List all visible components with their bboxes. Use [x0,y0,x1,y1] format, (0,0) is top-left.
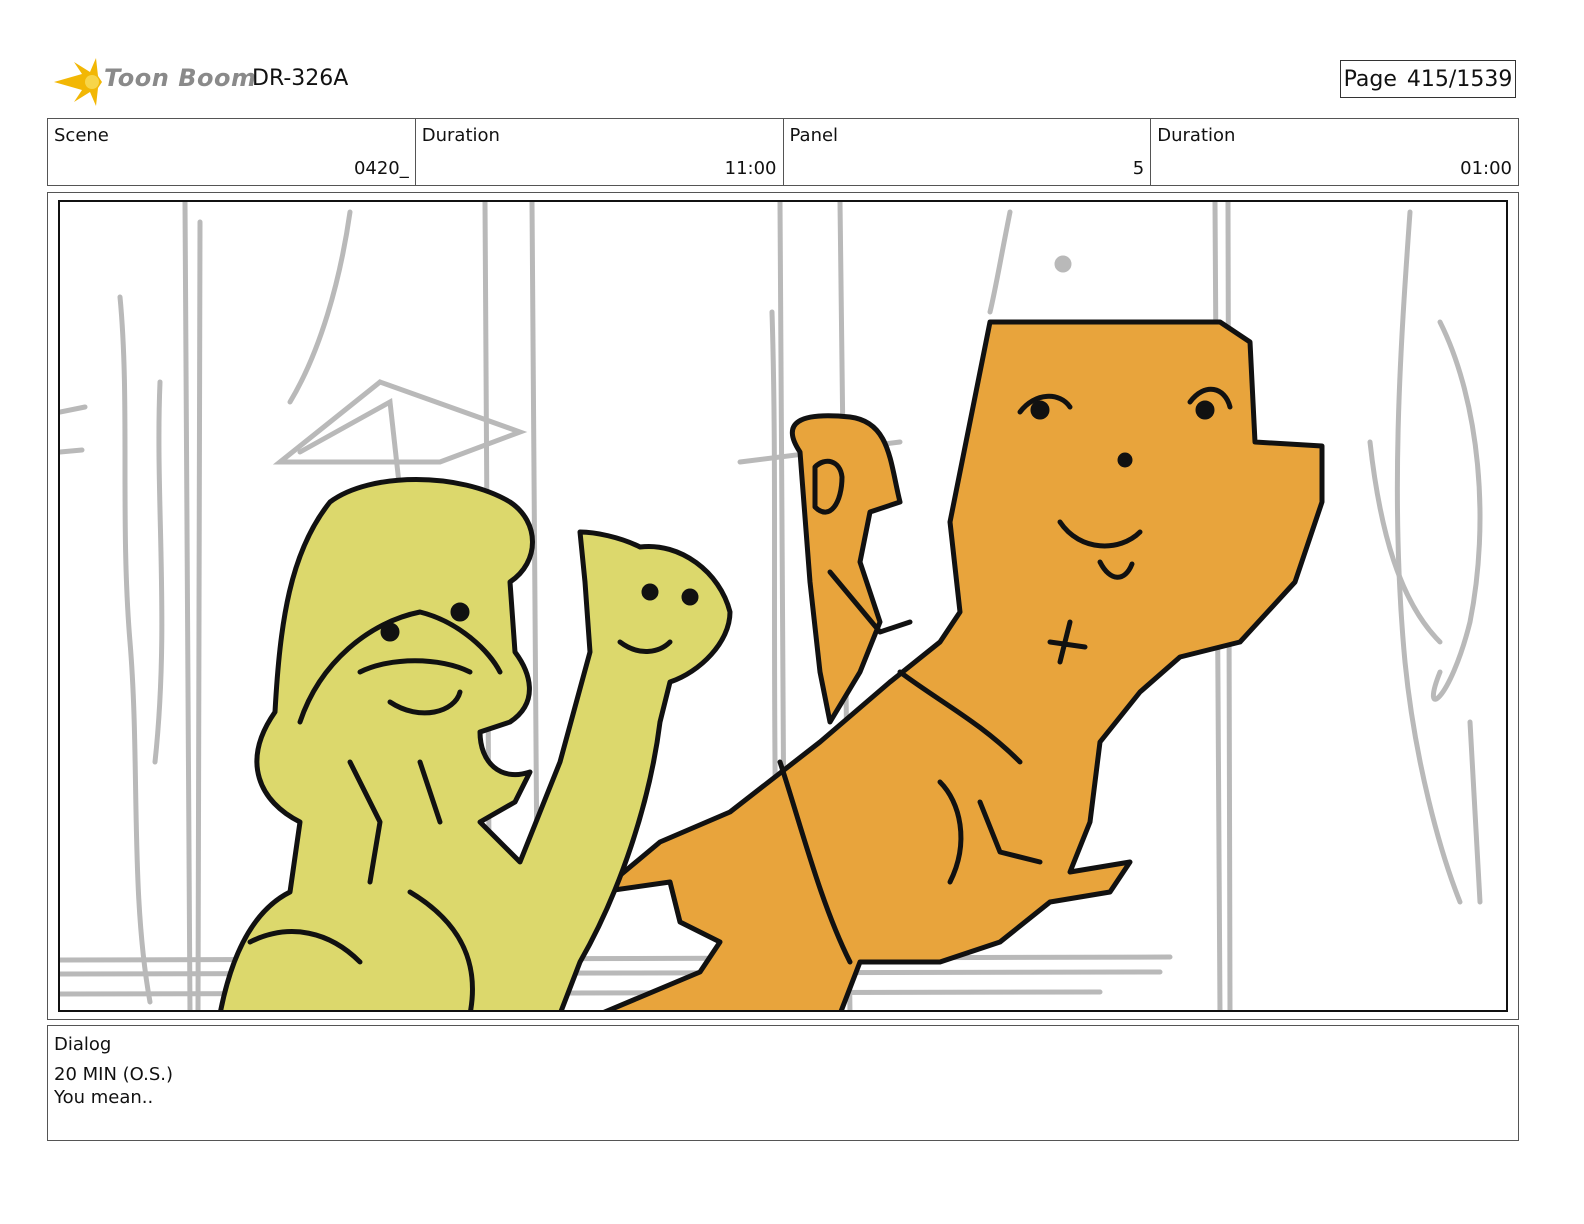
dialog-line: You mean.. [54,1087,154,1108]
scene-value: 0420_ [353,158,409,179]
panel-duration-label: Duration [1157,125,1236,146]
dialog-speaker: 20 MIN (O.S.) [54,1064,174,1085]
scene-duration-value: 11:00 [724,158,777,179]
panel-cell: Panel 5 [784,119,1152,185]
dialog-label: Dialog [54,1034,112,1055]
storyboard-panel [58,200,1508,1012]
page-indicator: Page 415/1539 [1340,60,1516,98]
panel-label: Panel [789,125,839,146]
yellow-dinosaur-and-girl [218,477,733,1010]
panel-duration-value: 01:00 [1460,158,1512,179]
panel-value: 5 [1132,158,1145,179]
scene-label: Scene [54,125,109,146]
scene-duration-cell: Duration 11:00 [416,119,784,185]
logo-text: Toon Boom [104,64,257,92]
page-value: 415/1539 [1406,66,1513,92]
panel-duration-cell: Duration 01:00 [1151,119,1518,185]
scene-info-row: Scene 0420_ Duration 11:00 Panel 5 Durat… [47,118,1519,186]
production-code: DR-326A [252,66,349,91]
dialog-box: Dialog 20 MIN (O.S.) You mean.. [47,1025,1519,1141]
page-label: Page [1343,66,1397,92]
storyboard-drawing [60,202,1483,1010]
scene-duration-label: Duration [421,125,500,146]
scene-cell: Scene 0420_ [48,119,416,185]
orange-dinosaur [597,319,1325,1010]
